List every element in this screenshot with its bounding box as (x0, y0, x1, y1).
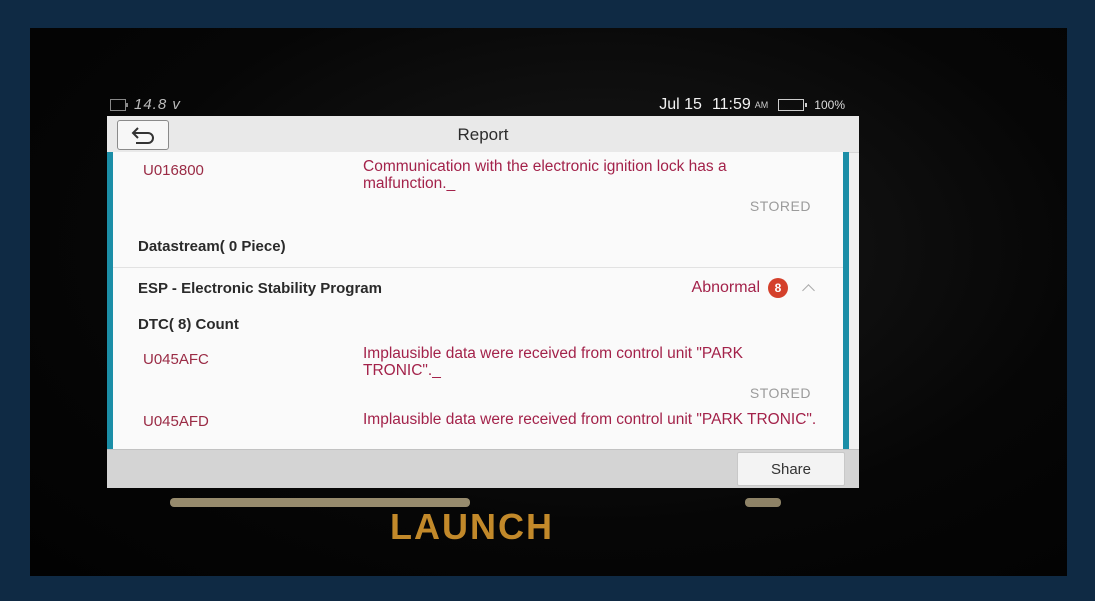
dtc-row: U045AFD Implausible data were received f… (113, 405, 843, 439)
chevron-up-icon[interactable] (802, 283, 815, 297)
dtc-count-heading: DTC( 8) Count (138, 316, 239, 333)
bottom-bar: Share (107, 449, 859, 488)
fault-count-badge: 8 (768, 278, 788, 298)
page-title: Report (457, 125, 509, 144)
dtc-code: U045AFD (143, 413, 209, 430)
dtc-status: STORED (749, 385, 811, 401)
status-right: Jul 15 11:59 AM 100% (659, 96, 845, 114)
dtc-code: U045AFC (143, 351, 209, 368)
battery-percent: 100% (814, 98, 845, 112)
voltage-value: 14.8 v (134, 96, 181, 113)
module-name: ESP - Electronic Stability Program (138, 280, 382, 297)
dtc-row: U045AFC Implausible data were received f… (113, 339, 843, 405)
dtc-description: Communication with the electronic igniti… (363, 158, 727, 192)
dtc-description: Implausible data were received from cont… (363, 411, 817, 428)
device-light-strip (745, 498, 781, 507)
status-ampm: AM (754, 100, 769, 110)
share-button[interactable]: Share (737, 452, 845, 486)
dtc-code: U016800 (143, 162, 204, 179)
battery-icon (778, 99, 808, 111)
dtc-description: Implausible data were received from cont… (363, 345, 743, 379)
voltage-indicator: 14.8 v (110, 96, 181, 113)
status-date: Jul 15 (659, 96, 702, 113)
module-status-label: Abnormal (691, 279, 760, 296)
module-status: Abnormal 8 (691, 278, 815, 298)
report-content[interactable]: U016800 Communication with the electroni… (113, 152, 843, 450)
datastream-heading: Datastream( 0 Piece) (138, 238, 286, 255)
top-bar: Report (107, 116, 859, 153)
module-row[interactable]: ESP - Electronic Stability Program Abnor… (113, 268, 843, 308)
right-accent-bar (843, 152, 849, 450)
status-bar: 14.8 v Jul 15 11:59 AM 100% (110, 96, 845, 118)
app-screen: Report U016800 Communication with the el… (107, 116, 859, 488)
device-brand-logo: LAUNCH (390, 506, 554, 547)
car-battery-icon (110, 98, 128, 111)
dtc-status: STORED (749, 198, 811, 214)
dtc-row: U016800 Communication with the electroni… (113, 152, 843, 218)
status-time: 11:59 (711, 96, 751, 113)
